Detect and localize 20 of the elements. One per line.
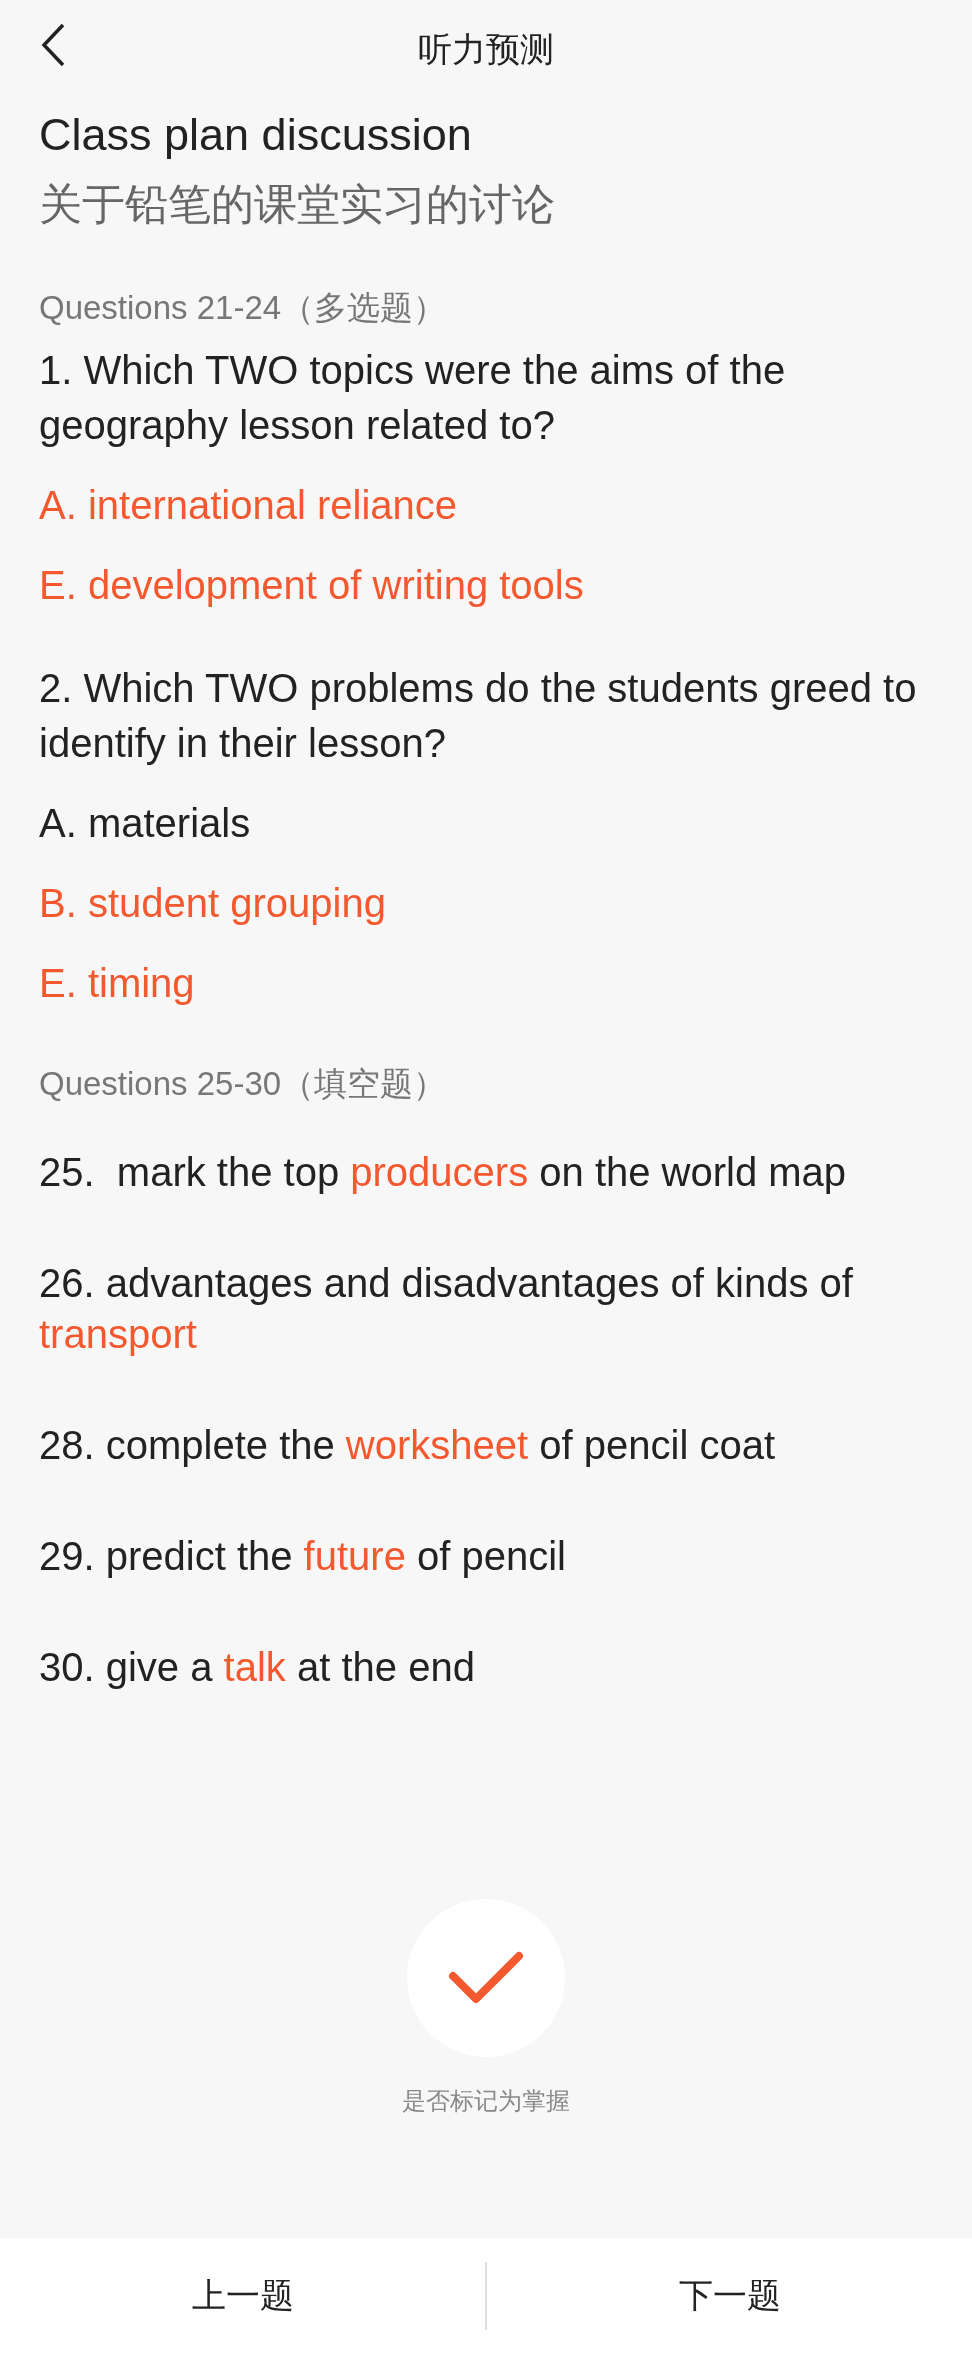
fill-in-item: 28. complete the worksheet of pencil coat bbox=[39, 1422, 776, 1469]
lesson-subtitle: 关于铅笔的课堂实习的讨论 bbox=[39, 179, 556, 230]
section-heading: Questions 21-24（多选题） bbox=[39, 288, 448, 328]
lesson-title: Class plan discussion bbox=[39, 108, 473, 162]
section-heading: Questions 25-30（填空题） bbox=[39, 1064, 448, 1104]
answer-option: E. timing bbox=[39, 956, 933, 1011]
mastery-caption: 是否标记为掌握 bbox=[402, 2086, 570, 2116]
answer-option: E. development of writing tools bbox=[39, 558, 933, 613]
fill-in-item: 26. advantages and disadvantages of kinds of transport bbox=[39, 1260, 854, 1358]
back-icon[interactable] bbox=[40, 22, 66, 68]
question-text: 2. Which TWO problems do the students greed to identify in their lesson? bbox=[39, 665, 918, 767]
checkmark-icon bbox=[448, 1950, 524, 2006]
fill-in-item: 29. predict the future of pencil bbox=[39, 1533, 567, 1580]
answer-option: A. international reliance bbox=[39, 478, 933, 533]
answer-option: A. materials bbox=[39, 796, 933, 851]
answer-option: B. student grouping bbox=[39, 876, 933, 931]
fill-in-item: 25. mark the top producers on the world map bbox=[39, 1149, 848, 1196]
page-title: 听力预测 bbox=[418, 29, 554, 70]
question-text: 1. Which TWO topics were the aims of the geography lesson related to? bbox=[39, 347, 787, 449]
fill-in-item: 30. give a talk at the end bbox=[39, 1644, 476, 1691]
